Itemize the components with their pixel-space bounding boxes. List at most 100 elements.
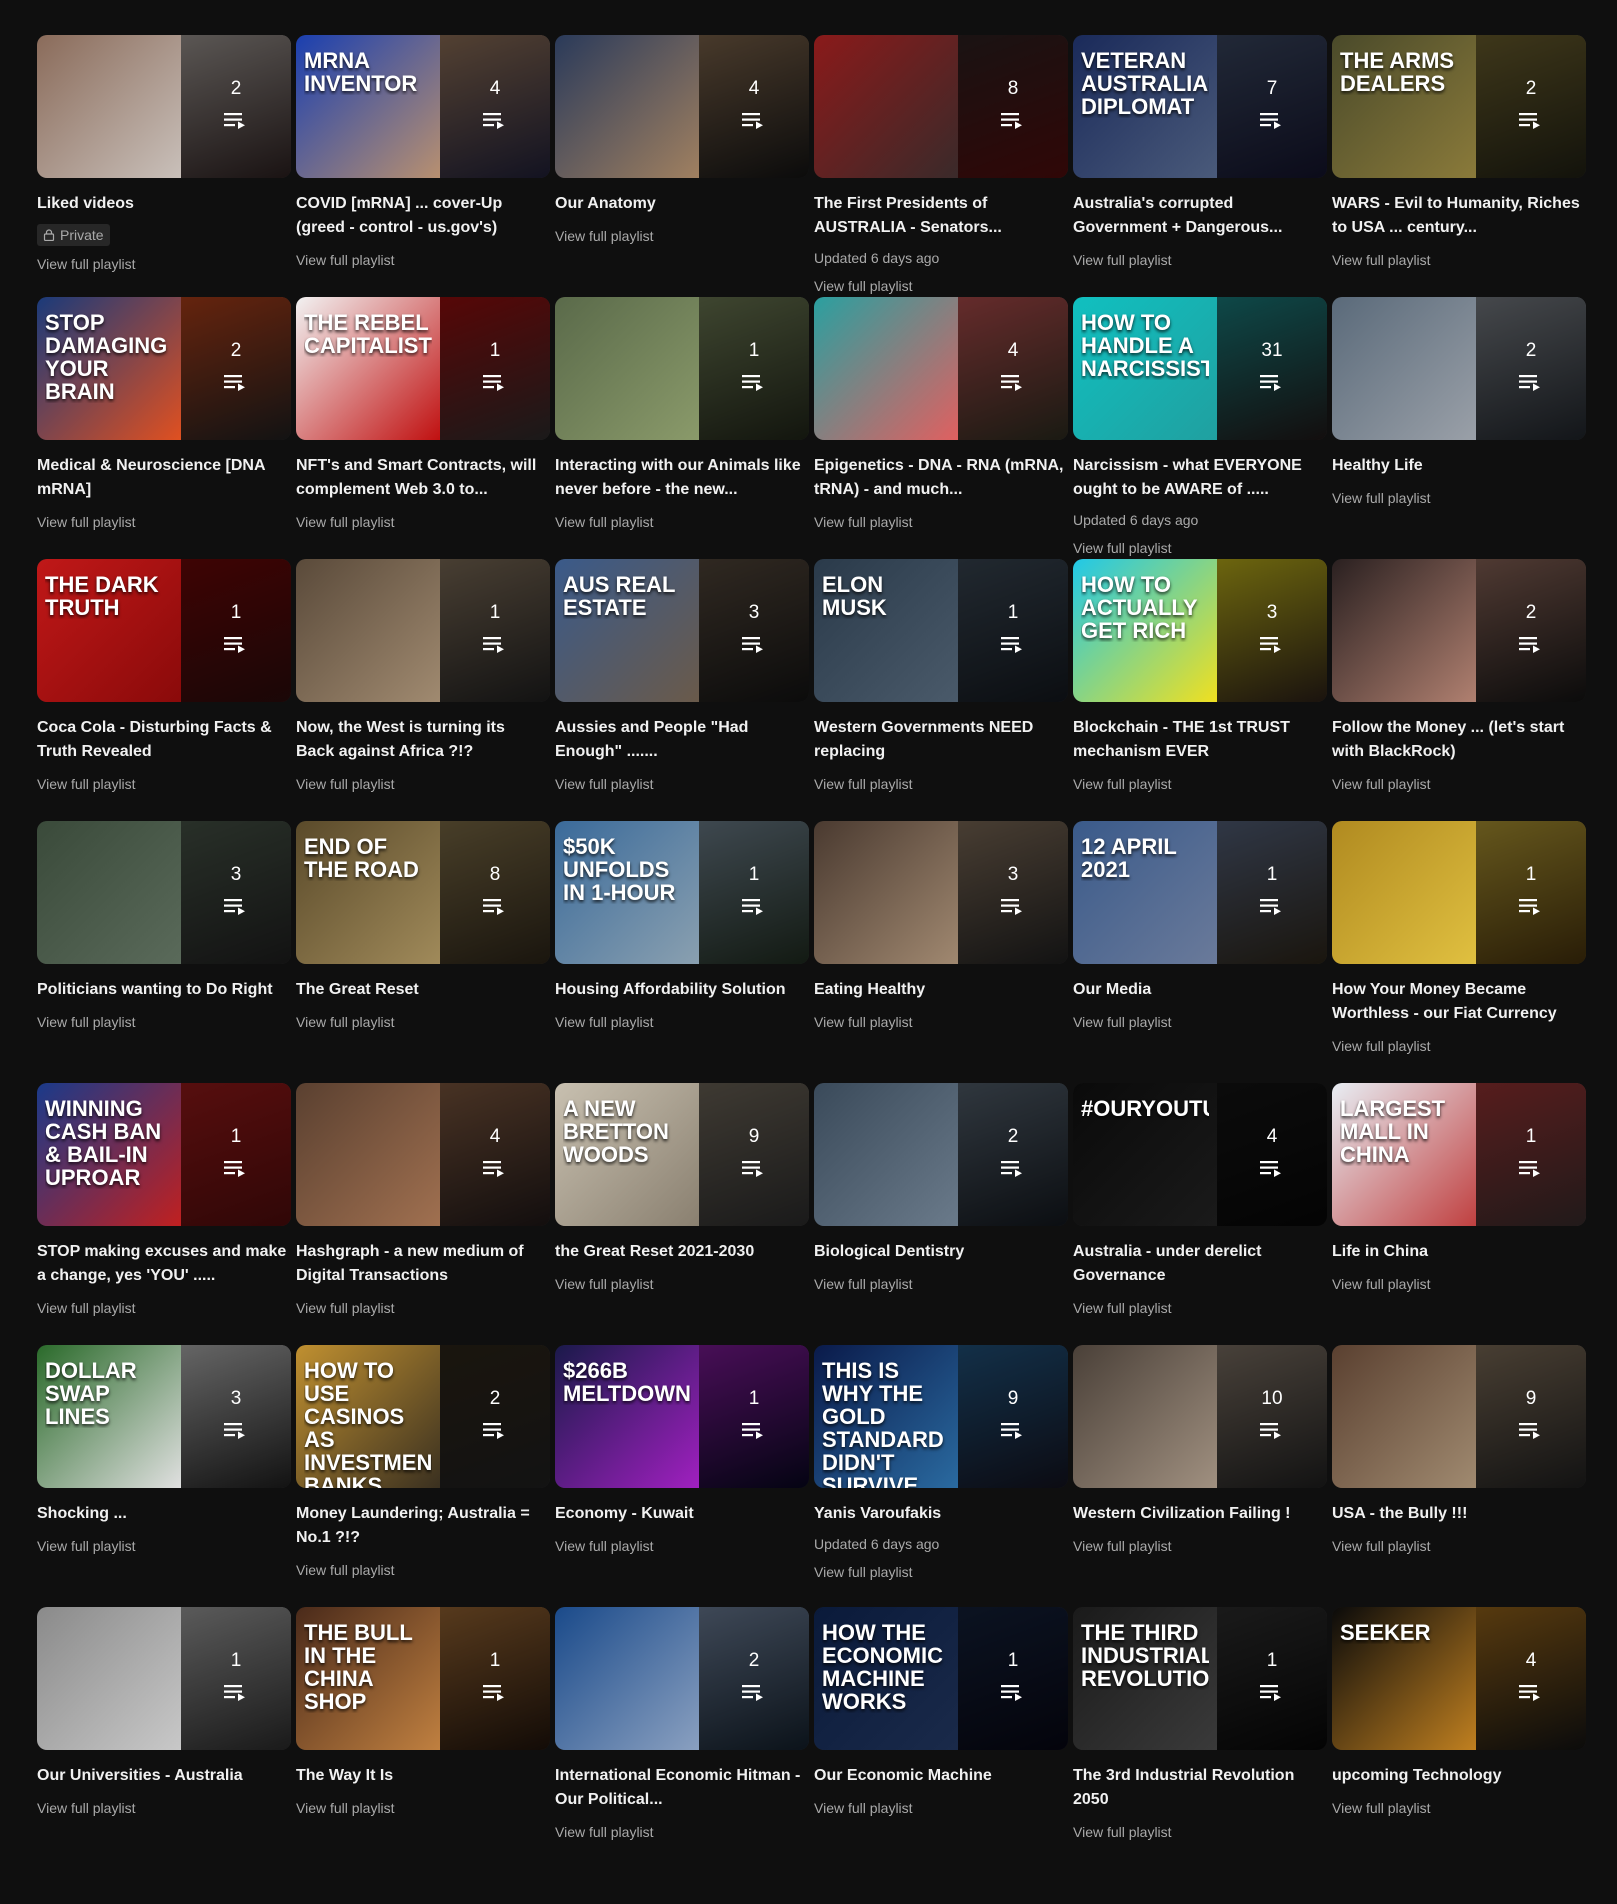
playlist-card[interactable]: The Bull In The China Shop 1 The Way It …	[296, 1607, 550, 1869]
playlist-title[interactable]: Economy - Kuwait	[555, 1502, 809, 1526]
playlist-thumbnail[interactable]: 8	[814, 35, 1068, 178]
playlist-title[interactable]: Life in China	[1332, 1240, 1586, 1264]
playlist-card[interactable]: 4 Epigenetics - DNA - RNA (mRNA, tRNA) -…	[814, 297, 1068, 559]
playlist-thumbnail[interactable]: 4	[296, 1083, 550, 1226]
playlist-thumbnail[interactable]: $266B MELTDOWN 1	[555, 1345, 809, 1488]
playlist-card[interactable]: $50K unfolds in 1-hour 1 Housing Afforda…	[555, 821, 809, 1083]
playlist-title[interactable]: Australia - under derelict Governance	[1073, 1240, 1327, 1288]
playlist-card[interactable]: 12 APRIL 2021 1 Our Media View full play…	[1073, 821, 1327, 1083]
playlist-card[interactable]: THIS IS WHY THE GOLD STANDARD DIDN'T SUR…	[814, 1345, 1068, 1607]
view-full-playlist-link[interactable]: View full playlist	[814, 1562, 1068, 1582]
playlist-title[interactable]: International Economic Hitman - Our Poli…	[555, 1764, 809, 1812]
playlist-thumbnail[interactable]: HOW TO ACTUALLY GET RICH 3	[1073, 559, 1327, 702]
playlist-card[interactable]: #OURYOUTUBE 4 Australia - under derelict…	[1073, 1083, 1327, 1345]
view-full-playlist-link[interactable]: View full playlist	[37, 512, 291, 532]
view-full-playlist-link[interactable]: View full playlist	[814, 1274, 1068, 1294]
playlist-card[interactable]: STOP DAMAGING YOUR BRAIN 2 Medical & Neu…	[37, 297, 291, 559]
playlist-thumbnail[interactable]: THE REBEL CAPITALIST 1	[296, 297, 550, 440]
playlist-title[interactable]: The Way It Is	[296, 1764, 550, 1788]
playlist-title[interactable]: Now, the West is turning its Back agains…	[296, 716, 550, 764]
playlist-thumbnail[interactable]: ELON MUSK 1	[814, 559, 1068, 702]
playlist-title[interactable]: Liked videos	[37, 192, 291, 216]
view-full-playlist-link[interactable]: View full playlist	[37, 1012, 291, 1032]
playlist-card[interactable]: ELON MUSK 1 Western Governments NEED rep…	[814, 559, 1068, 821]
playlist-card[interactable]: 3 Politicians wanting to Do Right View f…	[37, 821, 291, 1083]
playlist-title[interactable]: Healthy Life	[1332, 454, 1586, 478]
playlist-title[interactable]: How Your Money Became Worthless - our Fi…	[1332, 978, 1586, 1026]
playlist-thumbnail[interactable]: THE THIRD INDUSTRIAL REVOLUTION 1	[1073, 1607, 1327, 1750]
playlist-title[interactable]: USA - the Bully !!!	[1332, 1502, 1586, 1526]
playlist-card[interactable]: HOW TO USE CASINOS AS INVESTMENT BANKS 2…	[296, 1345, 550, 1607]
playlist-title[interactable]: Western Governments NEED replacing	[814, 716, 1068, 764]
playlist-title[interactable]: Interacting with our Animals like never …	[555, 454, 809, 502]
playlist-card[interactable]: mRNA INVENTOR 4 COVID [mRNA] ... cover-U…	[296, 35, 550, 297]
playlist-card[interactable]: 3 Eating Healthy View full playlist	[814, 821, 1068, 1083]
playlist-thumbnail[interactable]: 12 APRIL 2021 1	[1073, 821, 1327, 964]
playlist-thumbnail[interactable]: THE ARMS DEALERS 2	[1332, 35, 1586, 178]
view-full-playlist-link[interactable]: View full playlist	[1332, 488, 1586, 508]
view-full-playlist-link[interactable]: View full playlist	[555, 226, 809, 246]
playlist-thumbnail[interactable]: 3	[814, 821, 1068, 964]
playlist-title[interactable]: Money Laundering; Australia = No.1 ?!?	[296, 1502, 550, 1550]
playlist-card[interactable]: A NEW BRETTON WOODS 9 the Great Reset 20…	[555, 1083, 809, 1345]
playlist-title[interactable]: COVID [mRNA] ... cover-Up (greed - contr…	[296, 192, 550, 240]
playlist-card[interactable]: 10 Western Civilization Failing ! View f…	[1073, 1345, 1327, 1607]
playlist-card[interactable]: HOW TO ACTUALLY GET RICH 3 Blockchain - …	[1073, 559, 1327, 821]
playlist-thumbnail[interactable]: 2	[1332, 297, 1586, 440]
playlist-title[interactable]: Aussies and People "Had Enough" .......	[555, 716, 809, 764]
playlist-title[interactable]: Narcissism - what EVERYONE ought to be A…	[1073, 454, 1327, 502]
playlist-card[interactable]: 1 Our Universities - Australia View full…	[37, 1607, 291, 1869]
view-full-playlist-link[interactable]: View full playlist	[814, 1012, 1068, 1032]
playlist-card[interactable]: 4 Our Anatomy View full playlist	[555, 35, 809, 297]
playlist-card[interactable]: $266B MELTDOWN 1 Economy - Kuwait View f…	[555, 1345, 809, 1607]
playlist-title[interactable]: The First Presidents of AUSTRALIA - Sena…	[814, 192, 1068, 240]
view-full-playlist-link[interactable]: View full playlist	[296, 1298, 550, 1318]
playlist-card[interactable]: AUS REAL ESTATE 3 Aussies and People "Ha…	[555, 559, 809, 821]
view-full-playlist-link[interactable]: View full playlist	[1073, 774, 1327, 794]
view-full-playlist-link[interactable]: View full playlist	[296, 1798, 550, 1818]
playlist-thumbnail[interactable]: #OURYOUTUBE 4	[1073, 1083, 1327, 1226]
playlist-thumbnail[interactable]: DOLLAR SWAP LINES 3	[37, 1345, 291, 1488]
view-full-playlist-link[interactable]: View full playlist	[37, 254, 291, 274]
playlist-title[interactable]: Our Economic Machine	[814, 1764, 1068, 1788]
playlist-title[interactable]: The Great Reset	[296, 978, 550, 1002]
playlist-thumbnail[interactable]: mRNA INVENTOR 4	[296, 35, 550, 178]
playlist-thumbnail[interactable]: 4	[555, 35, 809, 178]
playlist-title[interactable]: Hashgraph - a new medium of Digital Tran…	[296, 1240, 550, 1288]
view-full-playlist-link[interactable]: View full playlist	[1073, 538, 1327, 558]
playlist-title[interactable]: Our Media	[1073, 978, 1327, 1002]
view-full-playlist-link[interactable]: View full playlist	[1073, 1822, 1327, 1842]
playlist-card[interactable]: How to handle a narcissist 31 Narcissism…	[1073, 297, 1327, 559]
view-full-playlist-link[interactable]: View full playlist	[37, 1298, 291, 1318]
playlist-title[interactable]: Epigenetics - DNA - RNA (mRNA, tRNA) - a…	[814, 454, 1068, 502]
view-full-playlist-link[interactable]: View full playlist	[296, 1012, 550, 1032]
view-full-playlist-link[interactable]: View full playlist	[1332, 1274, 1586, 1294]
view-full-playlist-link[interactable]: View full playlist	[296, 1560, 550, 1580]
view-full-playlist-link[interactable]: View full playlist	[555, 1822, 809, 1842]
playlist-card[interactable]: 2 Liked videos Private View full playlis…	[37, 35, 291, 297]
playlist-title[interactable]: Yanis Varoufakis	[814, 1502, 1068, 1526]
playlist-title[interactable]: Medical & Neuroscience [DNA mRNA]	[37, 454, 291, 502]
playlist-card[interactable]: 2 Follow the Money ... (let's start with…	[1332, 559, 1586, 821]
playlist-thumbnail[interactable]: Veteran Australian diplomat 7	[1073, 35, 1327, 178]
playlist-thumbnail[interactable]: 2	[555, 1607, 809, 1750]
playlist-title[interactable]: NFT's and Smart Contracts, will compleme…	[296, 454, 550, 502]
playlist-thumbnail[interactable]: HOW TO USE CASINOS AS INVESTMENT BANKS 2	[296, 1345, 550, 1488]
view-full-playlist-link[interactable]: View full playlist	[814, 1798, 1068, 1818]
playlist-title[interactable]: Politicians wanting to Do Right	[37, 978, 291, 1002]
view-full-playlist-link[interactable]: View full playlist	[37, 774, 291, 794]
playlist-thumbnail[interactable]: 1	[37, 1607, 291, 1750]
playlist-title[interactable]: Biological Dentistry	[814, 1240, 1068, 1264]
playlist-title[interactable]: Housing Affordability Solution	[555, 978, 809, 1002]
playlist-card[interactable]: 2 Healthy Life View full playlist	[1332, 297, 1586, 559]
playlist-card[interactable]: THE REBEL CAPITALIST 1 NFT's and Smart C…	[296, 297, 550, 559]
view-full-playlist-link[interactable]: View full playlist	[296, 250, 550, 270]
playlist-title[interactable]: Eating Healthy	[814, 978, 1068, 1002]
playlist-thumbnail[interactable]: 1	[296, 559, 550, 702]
view-full-playlist-link[interactable]: View full playlist	[296, 512, 550, 532]
playlist-title[interactable]: Western Civilization Failing !	[1073, 1502, 1327, 1526]
playlist-thumbnail[interactable]: STOP DAMAGING YOUR BRAIN 2	[37, 297, 291, 440]
playlist-card[interactable]: DOLLAR SWAP LINES 3 Shocking ... View fu…	[37, 1345, 291, 1607]
view-full-playlist-link[interactable]: View full playlist	[1073, 1536, 1327, 1556]
playlist-title[interactable]: upcoming Technology	[1332, 1764, 1586, 1788]
